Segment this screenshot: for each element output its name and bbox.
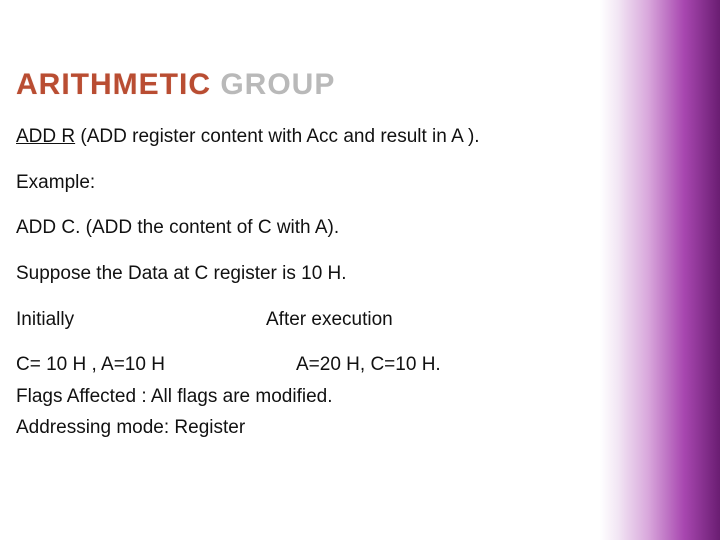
slide-body: ADD R (ADD register content with Acc and… xyxy=(16,124,696,441)
after-label: After execution xyxy=(266,307,393,333)
add-r-underline: ADD R xyxy=(16,126,75,147)
example-label: Example: xyxy=(16,170,696,196)
add-c-line: ADD C. (ADD the content of C with A). xyxy=(16,215,696,241)
add-r-desc: (ADD register content with Acc and resul… xyxy=(75,126,479,147)
initially-label: Initially xyxy=(16,307,266,333)
flags-line: Flags Affected : All flags are modified. xyxy=(16,384,696,410)
state-values-row: C= 10 H , A=10 H A=20 H, C=10 H. xyxy=(16,352,696,378)
addressing-mode-line: Addressing mode: Register xyxy=(16,415,696,441)
before-values: C= 10 H , A=10 H xyxy=(16,352,266,378)
slide-title: ARITHMETIC GROUP xyxy=(16,68,696,102)
after-values: A=20 H, C=10 H. xyxy=(266,352,441,378)
title-part-2: GROUP xyxy=(220,68,335,101)
title-part-1: ARITHMETIC xyxy=(16,68,211,101)
state-header-row: Initially After execution xyxy=(16,307,696,333)
slide-content: ARITHMETIC GROUP ADD R (ADD register con… xyxy=(0,0,720,540)
add-r-line: ADD R (ADD register content with Acc and… xyxy=(16,124,696,150)
suppose-line: Suppose the Data at C register is 10 H. xyxy=(16,261,696,287)
